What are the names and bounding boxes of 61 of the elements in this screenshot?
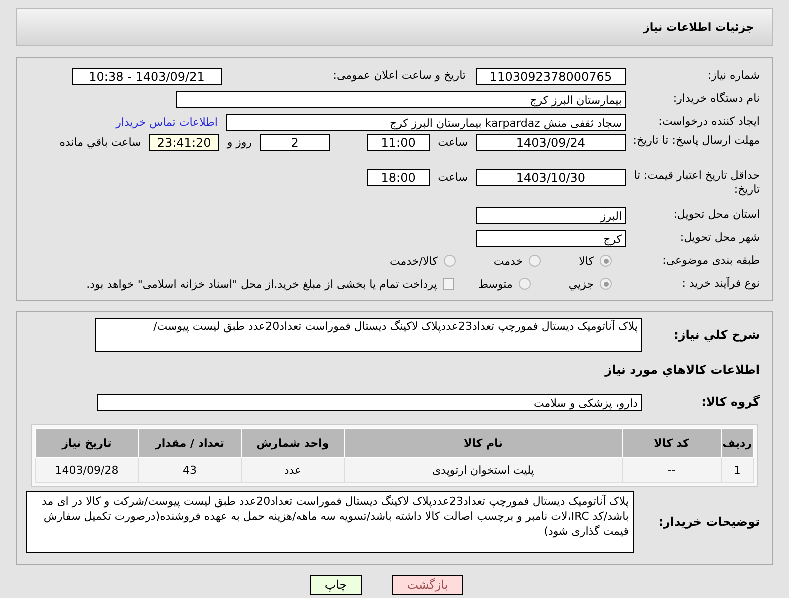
field-label: نوع فرآیند خرید : (681, 277, 761, 291)
input-field[interactable]: پلاک آناتومیک دیستال فمورچپ تعداد23عددپلاک لاکینگ دیستال فموراست تعداد20عدد طبق لیست پیوست/شرکت و کالا در ای مد باشد/کد IRC،لات نامبر و برچسب اصالت کالا داشته باشد/تسویه سه ماهه/هزینه حمل به عهده فروشنده(درصورت تکمیل سفارش قیمت گذاری شود) (26, 491, 634, 553)
column-header: کد کالا (622, 428, 722, 458)
input-field[interactable]: دارو، پزشکی و سلامت (97, 394, 642, 410)
print-button[interactable]: چاپ (310, 575, 362, 595)
field-label: شرح کلي نياز: (673, 328, 761, 342)
input-field[interactable]: سجاد ثقفی منش karpardaz بیمارستان البرز کرج (226, 114, 626, 130)
field-label: ایجاد کننده درخواست: (658, 115, 761, 129)
field-label: شهر محل تحویل: (679, 231, 761, 245)
table-cell: پلیت استخوان ارتوپدی (344, 458, 622, 482)
column-header: تاریخ نیاز (36, 428, 138, 458)
field-label: روز و (227, 135, 252, 151)
field-label: گروه کالا: (700, 395, 761, 409)
column-header: تعداد / مقدار (138, 428, 242, 458)
input-field[interactable]: 1403/10/30 (476, 169, 626, 186)
field-label: مهلت ارسال پاسخ: تا تاریخ: (632, 134, 761, 148)
field-label: ساعت (438, 135, 468, 151)
option-label: کالا (579, 254, 594, 268)
input-field[interactable]: کرج (476, 230, 626, 246)
input-field[interactable]: بیمارستان البرز کرج (176, 90, 626, 108)
input-field[interactable]: 1103092378000765 (476, 68, 626, 84)
option-label: خدمت (494, 254, 524, 268)
table-cell: 1 (721, 458, 754, 482)
input-field[interactable]: 1403/09/24 (476, 134, 626, 151)
table-cell: 1403/09/28 (36, 458, 138, 482)
field-label: نام دستگاه خریدار: (672, 92, 761, 106)
page-title: جزئیات اطلاعات نیاز (644, 20, 754, 34)
radio-button[interactable] (518, 278, 531, 290)
field-label: تاریخ و ساعت اعلان عمومی: (332, 69, 467, 83)
radio-button[interactable] (600, 278, 612, 290)
option-label: کالا/خدمت (390, 254, 438, 268)
field-label: طبقه بندی موضوعی: (662, 254, 761, 268)
input-field[interactable]: 1403/09/21 - 10:38 (72, 68, 222, 84)
table-cell: عدد (242, 458, 344, 482)
column-header: ردیف (721, 428, 754, 458)
table-cell: 43 (138, 458, 242, 482)
option-label: جزیي (568, 278, 594, 290)
radio-button[interactable] (444, 255, 456, 267)
input-field[interactable]: پلاک آناتومیک دیستال فمورچپ تعداد23عددپلاک لاکینگ دیستال فموراست تعداد20عدد طبق لیست پیوست/ (95, 318, 642, 352)
input-field[interactable]: البرز (476, 206, 626, 224)
input-field[interactable]: 23:41:20 (149, 134, 220, 151)
field-label: حداقل تاریخ اعتبار قیمت: تا تاریخ: (633, 169, 761, 197)
contact-link[interactable]: اطلاعات تماس خریدار (116, 116, 218, 128)
section-title: اطلاعات کالاهاي مورد نياز (605, 362, 761, 379)
field-label: شماره نیاز: (706, 69, 761, 83)
field-label: ساعت باقي مانده (60, 135, 142, 151)
input-field[interactable]: 18:00 (367, 169, 430, 186)
back-button[interactable]: بازگشت (392, 575, 464, 595)
column-header: واحد شمارش (242, 428, 344, 458)
radio-button[interactable] (600, 255, 612, 267)
option-label: متوسط (478, 278, 513, 290)
radio-button[interactable] (529, 255, 542, 267)
table-cell: -- (622, 458, 722, 482)
checkbox[interactable] (443, 278, 454, 290)
column-header: نام کالا (344, 428, 622, 458)
field-label: ساعت (438, 170, 468, 186)
field-label: توضیحات خریدار: (658, 515, 761, 529)
checkbox-label: پرداخت تمام یا بخشی از مبلغ خرید.از محل "اسناد خزانه اسلامی" خواهد بود. (86, 278, 438, 290)
input-field[interactable]: 2 (260, 134, 330, 151)
input-field[interactable]: 11:00 (367, 134, 430, 151)
field-label: استان محل تحویل: (672, 208, 761, 222)
